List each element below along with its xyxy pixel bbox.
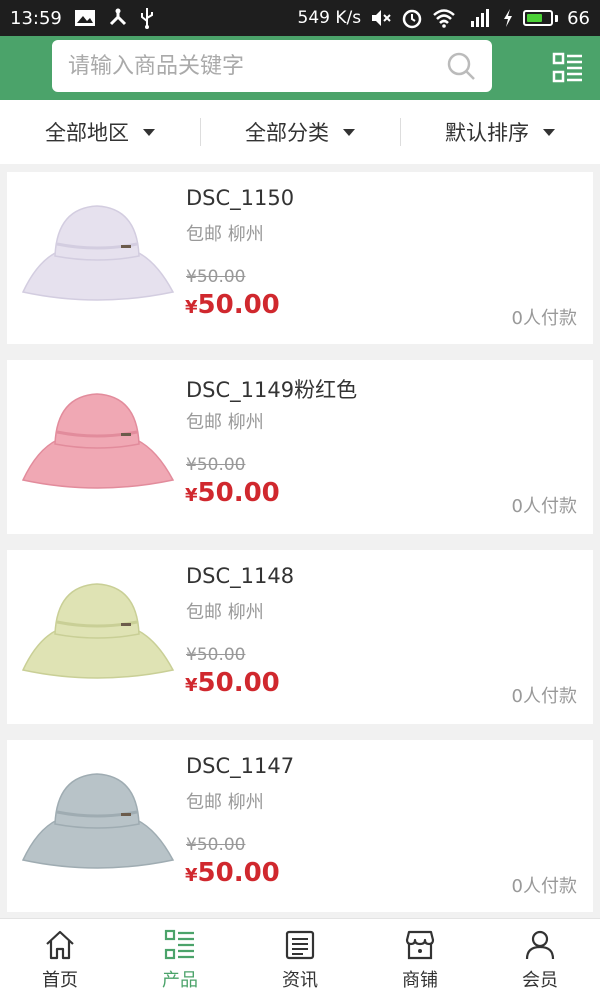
sales-count: 0人付款 <box>511 308 577 329</box>
filter-label: 全部分类 <box>245 121 329 145</box>
currency-symbol: ¥ <box>185 297 198 318</box>
home-icon <box>46 930 74 959</box>
nav-home[interactable]: 首页 <box>0 919 120 1000</box>
search-box[interactable] <box>52 40 492 92</box>
product-list: DSC_1150 包邮 柳州 ¥50.00 ¥50.00 0人付款 DSC_11… <box>7 172 593 928</box>
product-image <box>21 205 175 301</box>
signal-4g-icon <box>465 8 493 28</box>
product-image <box>21 583 175 679</box>
wifi-icon <box>432 8 456 28</box>
image-notification-icon <box>74 9 96 27</box>
network-speed: 549 K/s <box>297 8 362 28</box>
nav-label: 首页 <box>42 969 78 991</box>
nav-news[interactable]: 资讯 <box>240 919 360 1000</box>
app-header <box>0 36 600 100</box>
product-card[interactable]: DSC_1148 包邮 柳州 ¥50.00 ¥50.00 0人付款 <box>7 550 593 724</box>
original-price: ¥50.00 <box>186 267 246 287</box>
mute-icon <box>370 8 392 28</box>
bottom-nav: 首页 产品 资讯 商铺 会员 <box>0 918 600 1000</box>
hat-crown <box>54 773 140 829</box>
status-time: 13:59 <box>10 7 62 29</box>
nav-label: 会员 <box>522 969 558 991</box>
search-icon[interactable] <box>446 51 476 81</box>
currency-symbol: ¥ <box>185 485 198 506</box>
product-card[interactable]: DSC_1149粉红色 包邮 柳州 ¥50.00 ¥50.00 0人付款 <box>7 360 593 534</box>
filter-category[interactable]: 全部分类 <box>200 100 400 164</box>
caret-down-icon <box>143 128 155 136</box>
product-title: DSC_1147 <box>186 754 295 778</box>
share-icon <box>108 8 128 28</box>
product-image <box>21 393 175 489</box>
hat-label <box>121 813 131 816</box>
price-value: 50.00 <box>197 290 280 320</box>
product-tags: 包邮 柳州 <box>186 224 264 245</box>
status-bar: 13:59 549 K/s 66 <box>0 0 600 36</box>
original-price: ¥50.00 <box>186 455 246 475</box>
current-price: ¥50.00 <box>185 668 280 698</box>
original-price: ¥50.00 <box>186 645 246 665</box>
list-icon <box>164 929 194 959</box>
product-tags: 包邮 柳州 <box>186 792 264 813</box>
hat-crown <box>54 583 140 639</box>
hat-label <box>121 245 131 248</box>
sales-count: 0人付款 <box>511 496 577 517</box>
sales-count: 0人付款 <box>511 876 577 897</box>
product-card[interactable]: DSC_1147 包邮 柳州 ¥50.00 ¥50.00 0人付款 <box>7 740 593 912</box>
nav-member[interactable]: 会员 <box>480 919 600 1000</box>
nav-label: 商铺 <box>402 969 438 991</box>
hat-label <box>121 433 131 436</box>
product-title: DSC_1149粉红色 <box>186 378 358 402</box>
price-value: 50.00 <box>197 478 280 508</box>
product-tags: 包邮 柳州 <box>186 412 264 433</box>
nav-store[interactable]: 商铺 <box>360 919 480 1000</box>
original-price: ¥50.00 <box>186 835 246 855</box>
price-value: 50.00 <box>197 858 280 888</box>
price-value: 50.00 <box>197 668 280 698</box>
filter-label: 默认排序 <box>445 121 529 145</box>
alarm-icon <box>401 7 423 29</box>
category-menu-icon[interactable] <box>552 52 584 84</box>
news-icon <box>285 930 315 959</box>
store-icon <box>405 930 435 959</box>
caret-down-icon <box>543 128 555 136</box>
charging-icon <box>502 8 514 28</box>
nav-label: 资讯 <box>282 969 318 991</box>
user-icon <box>525 930 555 959</box>
product-tags: 包邮 柳州 <box>186 602 264 623</box>
current-price: ¥50.00 <box>185 858 280 888</box>
nav-label: 产品 <box>162 969 198 991</box>
current-price: ¥50.00 <box>185 290 280 320</box>
product-card[interactable]: DSC_1150 包邮 柳州 ¥50.00 ¥50.00 0人付款 <box>7 172 593 344</box>
currency-symbol: ¥ <box>185 865 198 886</box>
current-price: ¥50.00 <box>185 478 280 508</box>
hat-crown <box>54 393 140 449</box>
nav-products[interactable]: 产品 <box>120 919 240 1000</box>
usb-icon <box>140 7 154 29</box>
hat-label <box>121 623 131 626</box>
currency-symbol: ¥ <box>185 675 198 696</box>
caret-down-icon <box>343 128 355 136</box>
filter-sort[interactable]: 默认排序 <box>400 100 600 164</box>
sales-count: 0人付款 <box>511 686 577 707</box>
battery-icon <box>523 10 559 26</box>
product-title: DSC_1150 <box>186 186 295 210</box>
product-title: DSC_1148 <box>186 564 295 588</box>
filter-region[interactable]: 全部地区 <box>0 100 200 164</box>
filter-bar: 全部地区 全部分类 默认排序 <box>0 100 600 164</box>
product-image <box>21 773 175 869</box>
filter-label: 全部地区 <box>45 121 129 145</box>
hat-crown <box>54 205 140 261</box>
search-input[interactable] <box>68 53 446 79</box>
battery-level: 66 <box>567 7 590 29</box>
